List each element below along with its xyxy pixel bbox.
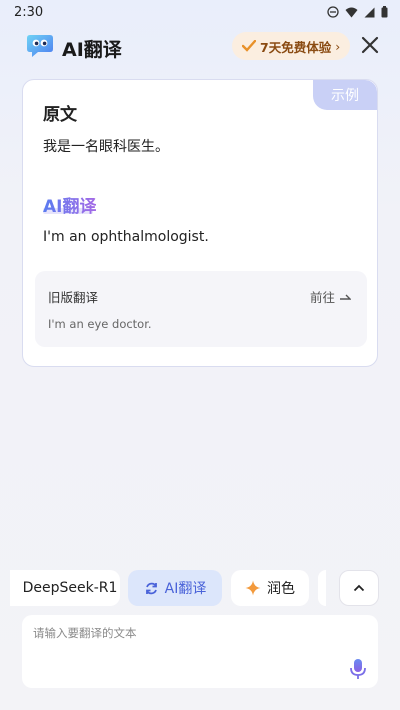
signal-icon — [364, 7, 375, 17]
polish-chip[interactable]: 润色 — [231, 570, 309, 606]
goto-label: 前往 — [309, 290, 335, 305]
example-card: 示例 原文 我是一名眼科医生。 AI翻译 I'm an ophthalmolog… — [22, 79, 378, 367]
goto-button[interactable]: 前往 — [310, 287, 351, 306]
battery-icon — [381, 6, 388, 18]
translate-input[interactable] — [22, 615, 378, 688]
wifi-icon — [345, 7, 358, 17]
old-translation-label: 旧版翻译 — [48, 290, 99, 305]
swap-icon — [145, 582, 157, 594]
logo-icon — [27, 35, 53, 57]
old-translation-box: 旧版翻译 前往 I'm an eye doctor. — [35, 271, 367, 347]
mode-toolbar: DeepSeek-R1 AI翻译 润色 — [0, 570, 400, 608]
original-title: 原文 — [43, 105, 77, 125]
arrow-icon — [340, 294, 351, 300]
minus-circle-icon — [327, 6, 339, 18]
status-time: 2:30 — [14, 4, 44, 20]
status-icons — [327, 6, 388, 18]
check-icon — [242, 40, 256, 52]
ai-translation-text: I'm an ophthalmologist. — [43, 229, 209, 245]
ai-translate-chip[interactable]: AI翻译 — [128, 570, 222, 606]
chevron-up-icon — [353, 584, 365, 592]
ai-translate-label: AI翻译 — [164, 581, 207, 597]
mic-icon[interactable] — [348, 658, 368, 680]
more-chip[interactable] — [318, 570, 326, 606]
free-trial-button[interactable]: 7天免费体验 › — [232, 32, 351, 60]
model-chip[interactable]: DeepSeek-R1 — [10, 570, 120, 606]
old-translation-text: I'm an eye doctor. — [48, 317, 152, 331]
close-icon[interactable] — [359, 34, 381, 56]
chevron-right-icon: › — [335, 38, 341, 54]
ai-translation-title: AI翻译 — [43, 192, 96, 217]
input-box — [22, 615, 378, 688]
free-trial-label: 7天免费体验 — [260, 39, 332, 55]
original-text: 我是一名眼科医生。 — [43, 139, 169, 155]
model-label: DeepSeek-R1 — [22, 580, 118, 596]
sparkle-icon — [245, 580, 261, 596]
app-title: AI翻译 — [62, 39, 122, 61]
header: AI翻译 7天免费体验 › — [0, 28, 400, 64]
polish-label: 润色 — [267, 581, 295, 597]
status-bar: 2:30 — [0, 0, 400, 24]
example-tag: 示例 — [313, 80, 377, 110]
expand-button[interactable] — [339, 570, 379, 606]
